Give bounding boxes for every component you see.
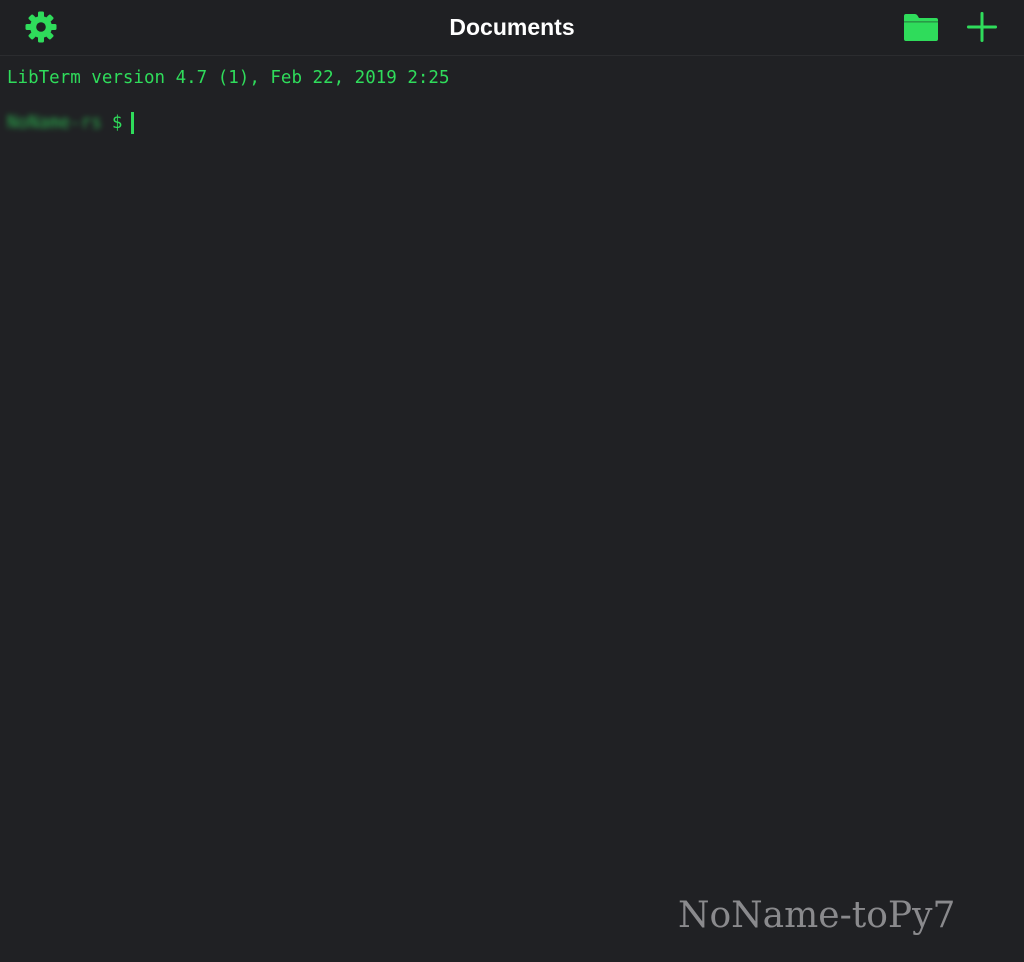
terminal-view[interactable]: LibTerm version 4.7 (1), Feb 22, 2019 2:… <box>0 57 1024 962</box>
prompt-line[interactable]: NoName-rs $ <box>7 112 135 134</box>
page-title: Documents <box>449 14 575 40</box>
watermark: NoName-toPy7 <box>678 895 956 936</box>
gear-icon <box>25 11 57 43</box>
settings-button[interactable] <box>22 8 60 46</box>
folder-icon <box>904 14 938 41</box>
open-folder-button[interactable] <box>900 8 942 46</box>
prompt-symbol: $ <box>111 113 123 133</box>
prompt-username: NoName-rs <box>7 113 102 133</box>
plus-icon <box>967 12 997 42</box>
version-line: LibTerm version 4.7 (1), Feb 22, 2019 2:… <box>7 68 450 88</box>
add-button[interactable] <box>962 7 1002 47</box>
navigation-bar: Documents <box>0 0 1024 56</box>
text-cursor <box>131 112 135 134</box>
app-window: Documents LibTerm version 4.7 (1), Feb 2… <box>0 0 1024 962</box>
